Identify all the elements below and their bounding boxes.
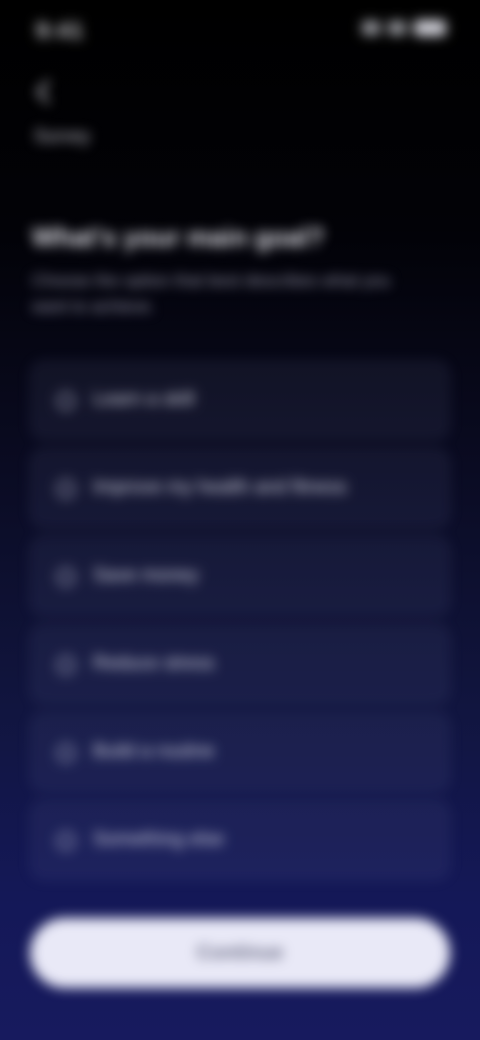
blurred-content: 9:41 Survey What's your main goal? Choos… — [0, 0, 480, 1040]
option-label: Learn a skill — [93, 389, 195, 410]
radio-icon — [57, 656, 75, 674]
status-bar: 9:41 — [0, 0, 480, 60]
page-title: What's your main goal? — [32, 222, 325, 252]
option-label: Build a routine — [93, 741, 215, 762]
radio-icon — [57, 568, 75, 586]
header-label: Survey — [34, 126, 91, 146]
radio-icon — [57, 480, 75, 498]
options-list: Learn a skill Improve my health and fitn… — [30, 360, 450, 888]
option-label: Something else — [93, 829, 224, 850]
option-label: Save money — [93, 565, 199, 586]
chevron-left-icon[interactable] — [30, 78, 58, 106]
option-item[interactable]: Something else — [30, 800, 450, 880]
wifi-icon — [388, 21, 406, 35]
radio-icon — [57, 832, 75, 850]
option-label: Improve my health and fitness — [93, 477, 347, 498]
option-item[interactable]: Build a routine — [30, 712, 450, 792]
option-item[interactable]: Reduce stress — [30, 624, 450, 704]
status-icons — [362, 20, 446, 36]
radio-icon — [57, 392, 75, 410]
page-subtitle: Choose the option that best describes wh… — [32, 271, 391, 316]
option-item[interactable]: Save money — [30, 536, 450, 616]
continue-button[interactable]: Continue — [30, 918, 450, 988]
signal-icon — [362, 21, 380, 35]
option-item[interactable]: Improve my health and fitness — [30, 448, 450, 528]
survey-screen: 9:41 Survey What's your main goal? Choos… — [0, 0, 480, 1040]
radio-icon — [57, 744, 75, 762]
option-label: Reduce stress — [93, 653, 215, 674]
status-time: 9:41 — [36, 18, 85, 43]
battery-icon — [414, 20, 446, 36]
option-item[interactable]: Learn a skill — [30, 360, 450, 440]
